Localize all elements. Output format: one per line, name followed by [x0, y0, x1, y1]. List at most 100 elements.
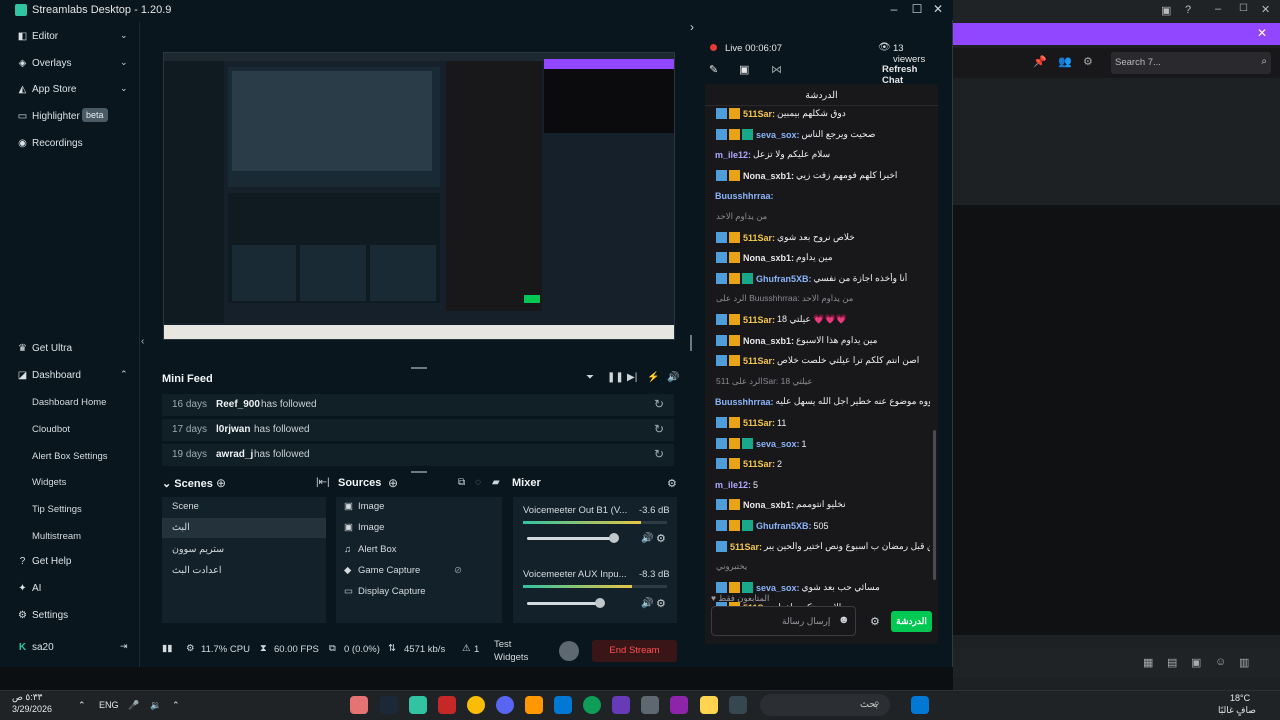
scenes-title[interactable]: ⌄ Scenes — [162, 477, 213, 490]
chat-username[interactable]: m_ile12: — [715, 480, 751, 490]
chat-input[interactable]: إرسال رسالة ☻ — [711, 606, 856, 636]
chat-username[interactable]: seva_sox: — [756, 583, 800, 593]
expand-chat-icon[interactable]: › — [690, 20, 694, 34]
scene-item[interactable]: ستريم سوون — [162, 540, 326, 560]
sidebar-item-get-help[interactable]: ? Get Help — [0, 550, 140, 574]
stats-icon[interactable]: ▮▮ — [162, 643, 172, 654]
chat-settings-icon[interactable]: ⚙ — [870, 615, 880, 628]
skip-icon[interactable]: ▶| — [627, 372, 637, 383]
taskbar-search[interactable]: بحث ⌕ — [760, 694, 890, 716]
volume-icon[interactable]: 🔊 — [667, 372, 679, 383]
refresh-chat-button[interactable]: Refresh Chat — [882, 64, 938, 86]
volume-slider[interactable] — [527, 602, 603, 605]
repeat-alert-icon[interactable]: ↻ — [654, 447, 664, 461]
extension-icon[interactable]: ▣ — [1161, 4, 1171, 17]
source-item[interactable]: ♫ Alert Box — [336, 540, 502, 560]
chat-username[interactable]: 511Sar: — [743, 233, 775, 243]
speaker-icon[interactable]: 🔊 — [641, 533, 653, 544]
mic-icon[interactable]: 🎤 — [128, 700, 139, 711]
settings-icon[interactable]: ⚙ — [1083, 55, 1093, 68]
sidebar-subitem-cloudbot[interactable]: Cloudbot — [32, 424, 70, 435]
discord-icon[interactable] — [496, 696, 514, 714]
sidebar-subitem-tip-settings[interactable]: Tip Settings — [32, 504, 82, 515]
sidebar-item-settings[interactable]: ⚙ Settings — [0, 604, 140, 628]
volume-slider-handle[interactable] — [595, 598, 605, 608]
volume-slider[interactable] — [527, 537, 617, 540]
filter-icon[interactable]: ⏷ — [586, 372, 594, 383]
app-icon[interactable] — [525, 696, 543, 714]
outlook-icon[interactable] — [554, 696, 572, 714]
collapse-icon[interactable]: |⇤| — [316, 477, 330, 488]
sidebar-subitem-dashboard-home[interactable]: Dashboard Home — [32, 397, 106, 408]
end-stream-button[interactable]: End Stream — [592, 640, 677, 662]
edge-icon[interactable] — [583, 696, 601, 714]
scene-item-selected[interactable]: البث — [162, 518, 326, 538]
chat-username[interactable]: 511Sar: — [743, 109, 775, 119]
chat-send-button[interactable]: الدردشة — [891, 611, 932, 632]
chat-username[interactable]: Nona_sxb1: — [743, 500, 794, 510]
add-scene-icon[interactable]: ⊕ — [216, 476, 226, 490]
app-icon[interactable] — [700, 696, 718, 714]
preview-resize-handle[interactable] — [690, 335, 692, 351]
app-icon[interactable] — [670, 696, 688, 714]
chrome-icon[interactable] — [467, 696, 485, 714]
help-icon[interactable]: ? — [1185, 4, 1191, 16]
sidebar-item-app-store[interactable]: ◭ App Store ⌄ — [0, 78, 140, 102]
network-icon[interactable]: ⌃ — [172, 700, 180, 711]
chat-username[interactable]: Ghufran5XB: — [756, 274, 812, 284]
sidebar-subitem-multistream[interactable]: Multistream — [32, 531, 81, 542]
windows-start-icon[interactable] — [911, 696, 929, 714]
language-indicator[interactable]: ENG — [99, 700, 119, 710]
speaker-icon[interactable]: 🔊 — [641, 598, 653, 609]
chat-username[interactable]: 511Sar: — [743, 418, 775, 428]
mixer-settings-icon[interactable]: ⚙ — [667, 477, 677, 490]
add-source-icon[interactable]: ⊕ — [388, 476, 398, 490]
scene-item[interactable]: اعدادت البث — [162, 561, 326, 581]
sidebar-item-editor[interactable]: ◧ Editor ⌄ — [0, 25, 140, 49]
maximize-icon[interactable]: ☐ — [1239, 3, 1248, 14]
chat-username[interactable]: 511Sar: — [743, 459, 775, 469]
resize-handle[interactable] — [411, 471, 427, 473]
chat-username[interactable]: m_ile12: — [715, 150, 751, 160]
repeat-alert-icon[interactable]: ↻ — [654, 397, 664, 411]
speaker-icon[interactable]: 🔉 — [150, 700, 161, 711]
chat-username[interactable]: 511Sar: — [743, 315, 775, 325]
chat-username[interactable]: Buusshhrraa: — [715, 191, 774, 201]
logout-icon[interactable]: ⇥ — [120, 641, 128, 652]
chat-username[interactable]: Nona_sxb1: — [743, 336, 794, 346]
resize-handle[interactable] — [411, 367, 427, 369]
gift-icon[interactable]: ▥ — [1239, 656, 1249, 669]
emoji-icon[interactable]: ☻ — [838, 614, 850, 626]
grid-icon[interactable]: ▦ — [1143, 656, 1153, 669]
streamlabs-icon[interactable] — [409, 696, 427, 714]
share-icon[interactable]: ⋈ — [771, 63, 782, 76]
pause-icon[interactable]: ❚❚ — [607, 372, 624, 383]
source-item[interactable]: ▣ Image — [336, 518, 502, 538]
test-widgets-button[interactable]: Test Widgets — [494, 638, 544, 664]
channel-settings-icon[interactable]: ⚙ — [656, 532, 666, 545]
minimize-icon[interactable]: – — [1215, 3, 1221, 15]
users-icon[interactable]: 👥 — [1058, 55, 1072, 68]
pin-icon[interactable]: 📌 — [1033, 55, 1047, 68]
collapse-sidebar-icon[interactable]: ‹ — [141, 336, 144, 347]
sidebar-subitem-alert-box-settings[interactable]: Alert Box Settings — [32, 451, 108, 462]
sidebar-item-recordings[interactable]: ◉ Recordings — [0, 132, 140, 156]
sidebar-item-ai[interactable]: ✦ AI — [0, 577, 140, 601]
chat-username[interactable]: seva_sox: — [756, 130, 800, 140]
close-icon[interactable]: ✕ — [1261, 3, 1270, 16]
app-icon[interactable] — [350, 696, 368, 714]
edit-icon[interactable]: ✎ — [709, 63, 718, 76]
chat-username[interactable]: 511Sar: — [730, 542, 762, 552]
source-item[interactable]: ◆ Game Capture ⊘ — [336, 561, 502, 581]
volume-slider-handle[interactable] — [609, 533, 619, 543]
sidebar-item-highlighter[interactable]: ▭ Highlighter beta — [0, 105, 140, 129]
source-item[interactable]: ▭ Display Capture — [336, 582, 502, 602]
search-input[interactable]: Search 7... ⌕ — [1111, 52, 1271, 74]
chat-username[interactable]: 511Sar: — [743, 356, 775, 366]
chat-scrollbar[interactable] — [933, 430, 936, 580]
repeat-alert-icon[interactable]: ↻ — [654, 422, 664, 436]
sidebar-item-dashboard[interactable]: ◪ Dashboard ⌃ — [0, 364, 140, 388]
scene-item[interactable]: Scene — [162, 497, 326, 517]
warning-icon[interactable]: ⚠ — [462, 643, 471, 654]
source-item[interactable]: ▣ Image — [336, 497, 502, 517]
